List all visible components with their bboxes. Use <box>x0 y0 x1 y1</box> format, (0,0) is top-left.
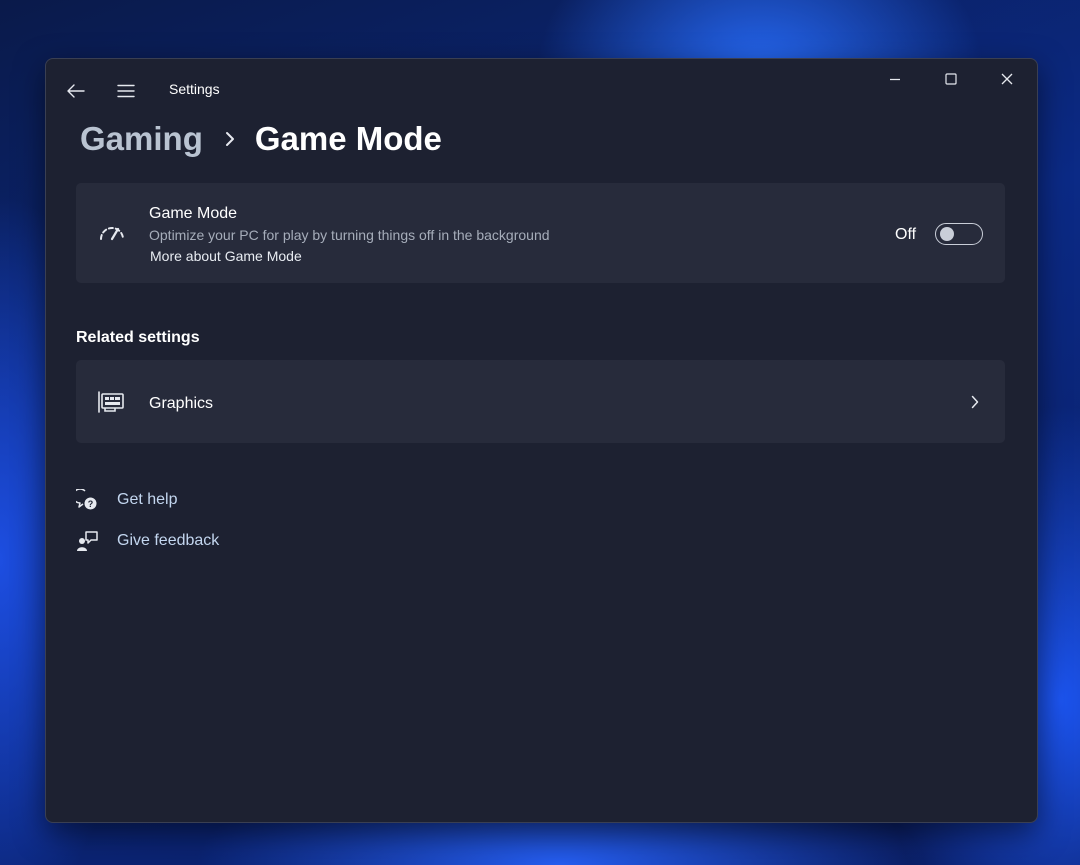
toggle-knob <box>940 227 954 241</box>
breadcrumb-parent-gaming[interactable]: Gaming <box>80 120 203 158</box>
maximize-icon <box>945 73 957 85</box>
maximize-button[interactable] <box>928 59 974 99</box>
more-about-game-mode-link[interactable]: More about Game Mode <box>150 248 302 264</box>
graphics-settings-item[interactable]: Graphics <box>76 360 1005 443</box>
close-icon <box>1001 73 1013 85</box>
svg-text:?: ? <box>88 499 94 509</box>
help-bubble-icon: ? <box>75 488 99 512</box>
give-feedback-link[interactable]: Give feedback <box>75 529 219 553</box>
game-mode-toggle[interactable] <box>935 223 983 245</box>
graphics-label: Graphics <box>149 395 214 412</box>
navigation-menu-button[interactable] <box>110 75 142 107</box>
close-button[interactable] <box>984 59 1030 99</box>
breadcrumb: Gaming Game Mode <box>80 117 442 161</box>
game-mode-description: Optimize your PC for play by turning thi… <box>149 227 550 243</box>
back-arrow-icon <box>67 84 85 98</box>
settings-window: Settings Gaming Game Mode Game Mode Opti… <box>45 58 1038 823</box>
page-title: Game Mode <box>254 120 442 157</box>
related-settings-heading: Related settings <box>76 329 200 346</box>
game-mode-title: Game Mode <box>149 205 238 222</box>
back-button[interactable] <box>60 75 92 107</box>
minimize-icon <box>890 78 900 81</box>
feedback-person-icon <box>75 529 99 553</box>
app-title: Settings <box>169 81 220 97</box>
get-help-label: Get help <box>117 491 178 508</box>
hamburger-icon <box>117 84 135 98</box>
game-mode-card: Game Mode Optimize your PC for play by t… <box>76 183 1005 283</box>
minimize-button[interactable] <box>872 59 918 99</box>
chevron-right-icon <box>968 393 982 411</box>
give-feedback-label: Give feedback <box>117 532 220 549</box>
graphics-card-icon <box>96 390 126 414</box>
get-help-link[interactable]: ? Get help <box>75 488 177 512</box>
title-bar: Settings <box>46 59 1037 121</box>
toggle-state-label: Off <box>895 226 917 243</box>
game-mode-gauge-icon <box>96 219 128 245</box>
chevron-right-icon <box>225 131 235 147</box>
